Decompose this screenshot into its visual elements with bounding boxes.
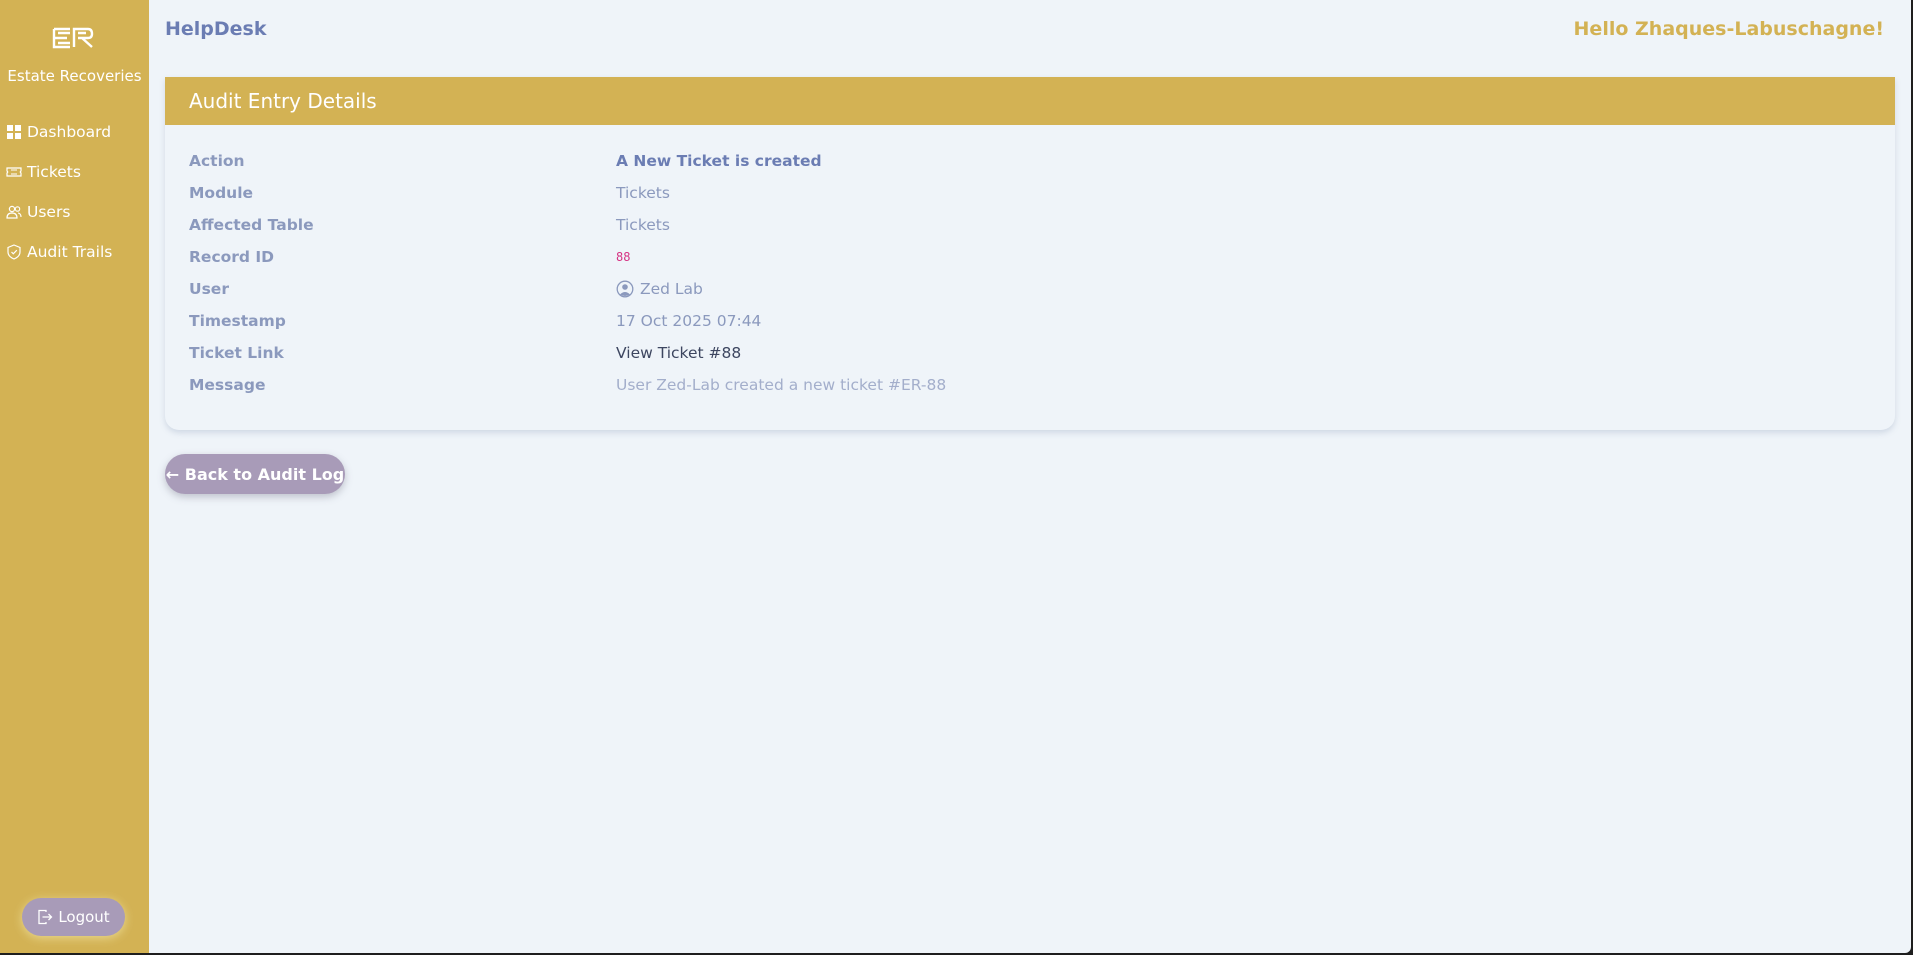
detail-row-ticket-link: Ticket Link View Ticket #88	[189, 339, 1869, 367]
logout-label: Logout	[58, 908, 110, 926]
detail-label: Timestamp	[189, 312, 286, 330]
module-value: Tickets	[616, 184, 670, 202]
user-name: Zed Lab	[640, 280, 703, 298]
logout-icon	[38, 909, 53, 925]
app-window: Estate Recoveries Dashboard Tickets User…	[0, 0, 1911, 953]
users-icon	[6, 205, 22, 219]
detail-row-message: Message User Zed-Lab created a new ticke…	[189, 371, 1869, 399]
sidebar-item-label: Dashboard	[27, 123, 112, 141]
action-value: A New Ticket is created	[616, 152, 822, 170]
sidebar-item-audit-trails[interactable]: Audit Trails	[6, 238, 112, 266]
sidebar: Estate Recoveries Dashboard Tickets User…	[0, 0, 149, 953]
user-value: Zed Lab	[616, 280, 703, 298]
sidebar-item-label: Tickets	[27, 163, 81, 181]
detail-row-module: Module Tickets	[189, 179, 1869, 207]
detail-label: Record ID	[189, 248, 275, 266]
record-id-value: 88	[616, 250, 631, 264]
view-ticket-link[interactable]: View Ticket #88	[616, 344, 741, 362]
audit-entry-card: Audit Entry Details Action A New Ticket …	[165, 77, 1895, 430]
user-greeting: Hello Zhaques-Labuschagne!	[1573, 18, 1884, 40]
timestamp-value: 17 Oct 2025 07:44	[616, 312, 762, 330]
sidebar-item-label: Users	[27, 203, 71, 221]
affected-table-value: Tickets	[616, 216, 670, 234]
detail-label: User	[189, 280, 229, 298]
detail-label: Ticket Link	[189, 344, 284, 362]
detail-row-user: User Zed Lab	[189, 275, 1869, 303]
logout-button[interactable]: Logout	[22, 898, 125, 936]
detail-label: Message	[189, 376, 266, 394]
back-to-audit-log-button[interactable]: ← Back to Audit Log	[165, 454, 345, 494]
brand-name: Estate Recoveries	[7, 67, 142, 85]
ticket-icon	[6, 167, 22, 177]
detail-row-action: Action A New Ticket is created	[189, 147, 1869, 175]
detail-label: Action	[189, 152, 245, 170]
er-logo-icon	[52, 27, 94, 49]
card-title: Audit Entry Details	[165, 77, 1895, 125]
detail-label: Affected Table	[189, 216, 314, 234]
dashboard-icon	[7, 125, 21, 139]
sidebar-item-tickets[interactable]: Tickets	[6, 158, 81, 186]
detail-row-affected-table: Affected Table Tickets	[189, 211, 1869, 239]
sidebar-item-dashboard[interactable]: Dashboard	[6, 118, 111, 146]
detail-label: Module	[189, 184, 254, 202]
app-title: HelpDesk	[165, 18, 267, 40]
sidebar-item-label: Audit Trails	[27, 243, 113, 261]
detail-row-timestamp: Timestamp 17 Oct 2025 07:44	[189, 307, 1869, 335]
sidebar-item-users[interactable]: Users	[6, 198, 70, 226]
detail-row-record-id: Record ID 88	[189, 243, 1869, 271]
shield-icon	[7, 244, 21, 260]
user-circle-icon	[616, 280, 634, 298]
message-value: User Zed-Lab created a new ticket #ER-88	[616, 376, 947, 394]
